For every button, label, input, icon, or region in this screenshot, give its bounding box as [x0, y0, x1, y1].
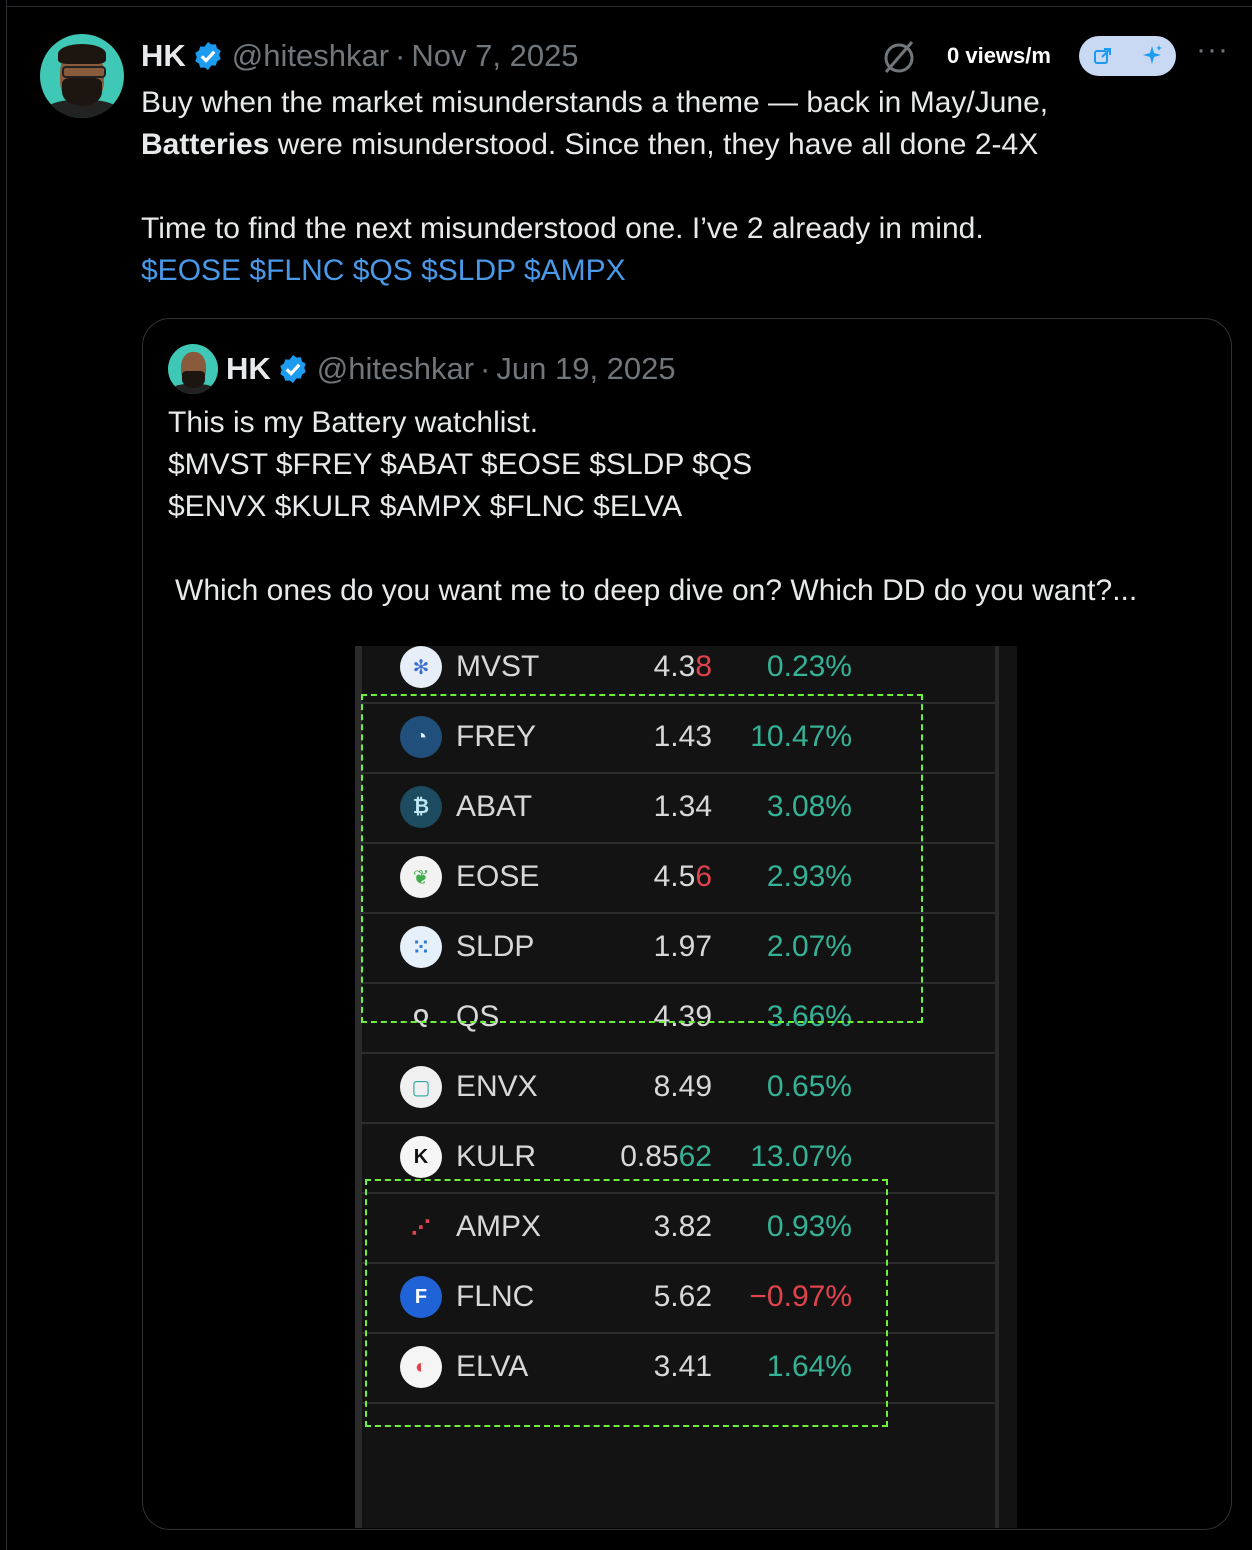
extension-action-pill[interactable]	[1079, 36, 1176, 76]
tweet-header: HK @hiteshkar · Nov 7, 2025	[141, 36, 579, 76]
snowflake-logo-icon: ✻	[400, 646, 442, 688]
quoted-line-3: $ENVX $KULR $AMPX $FLNC $ELVA	[168, 490, 683, 523]
envx-logo-icon: ▢	[400, 1066, 442, 1108]
sparkle-ai-icon[interactable]	[1139, 43, 1165, 69]
quoted-tweet-date: Jun 19, 2025	[496, 351, 676, 386]
views-per-minute: 0 views/m	[947, 43, 1051, 68]
tweet-line-1: Buy when the market misunderstands a the…	[141, 86, 1049, 119]
ticker-symbol: KULR	[456, 1140, 537, 1173]
last-price: 4.38	[653, 650, 712, 683]
header-separator: ·	[395, 38, 406, 73]
tweet-line-3: Time to find the next misunderstood one.…	[141, 212, 984, 245]
frame-border-left	[6, 0, 7, 1550]
highlight-box-bottom	[365, 1179, 888, 1427]
frame-border-top	[6, 6, 1252, 7]
quoted-author-name: HK	[226, 351, 271, 386]
views-slash-icon[interactable]	[880, 38, 918, 76]
quoted-line-1: This is my Battery watchlist.	[168, 406, 539, 439]
tweet-line-2-rest: were misunderstood. Since then, they hav…	[269, 128, 1039, 161]
quoted-author-avatar	[168, 344, 218, 394]
quoted-header-separator: ·	[480, 351, 491, 386]
last-price: 8.49	[653, 1070, 712, 1103]
cashtag-links[interactable]: $EOSE $FLNC $QS $SLDP $AMPX	[141, 250, 1231, 292]
author-handle[interactable]: @hiteshkar	[232, 38, 389, 74]
verified-badge-icon	[280, 355, 306, 383]
author-name[interactable]: HK	[141, 38, 186, 74]
percent-change: 13.07%	[750, 1140, 852, 1173]
bold-batteries: Batteries	[141, 128, 270, 161]
quoted-tweet-header: HK @hiteshkar · Jun 19, 2025	[226, 350, 676, 388]
percent-change: 0.65%	[766, 1070, 852, 1103]
open-external-icon[interactable]	[1090, 43, 1116, 69]
tweet-line-2: Batteries were misunderstood. Since then…	[141, 124, 1231, 166]
last-price: 0.8562	[620, 1140, 712, 1173]
tweet-date[interactable]: Nov 7, 2025	[411, 38, 578, 74]
watchlist-row-envx[interactable]: ▢ ENVX 8.49 0.65%	[362, 1052, 996, 1124]
quoted-line-2: $MVST $FREY $ABAT $EOSE $SLDP $QS	[168, 448, 753, 481]
ticker-symbol: ENVX	[456, 1070, 538, 1103]
author-avatar[interactable]	[40, 34, 124, 118]
quoted-line-4: Which ones do you want me to deep dive o…	[175, 574, 1138, 607]
quoted-tweet-text: This is my Battery watchlist. $MVST $FRE…	[168, 402, 1218, 612]
verified-badge-icon	[195, 42, 221, 70]
more-options-icon[interactable]: ···	[1196, 35, 1230, 72]
quoted-author-handle: @hiteshkar	[316, 351, 475, 386]
kulr-logo-icon: K	[400, 1136, 442, 1178]
highlight-box-top	[361, 694, 923, 1023]
percent-change: 0.23%	[766, 650, 852, 683]
tweet-text: Buy when the market misunderstands a the…	[141, 82, 1231, 292]
ticker-symbol: MVST	[456, 650, 540, 683]
